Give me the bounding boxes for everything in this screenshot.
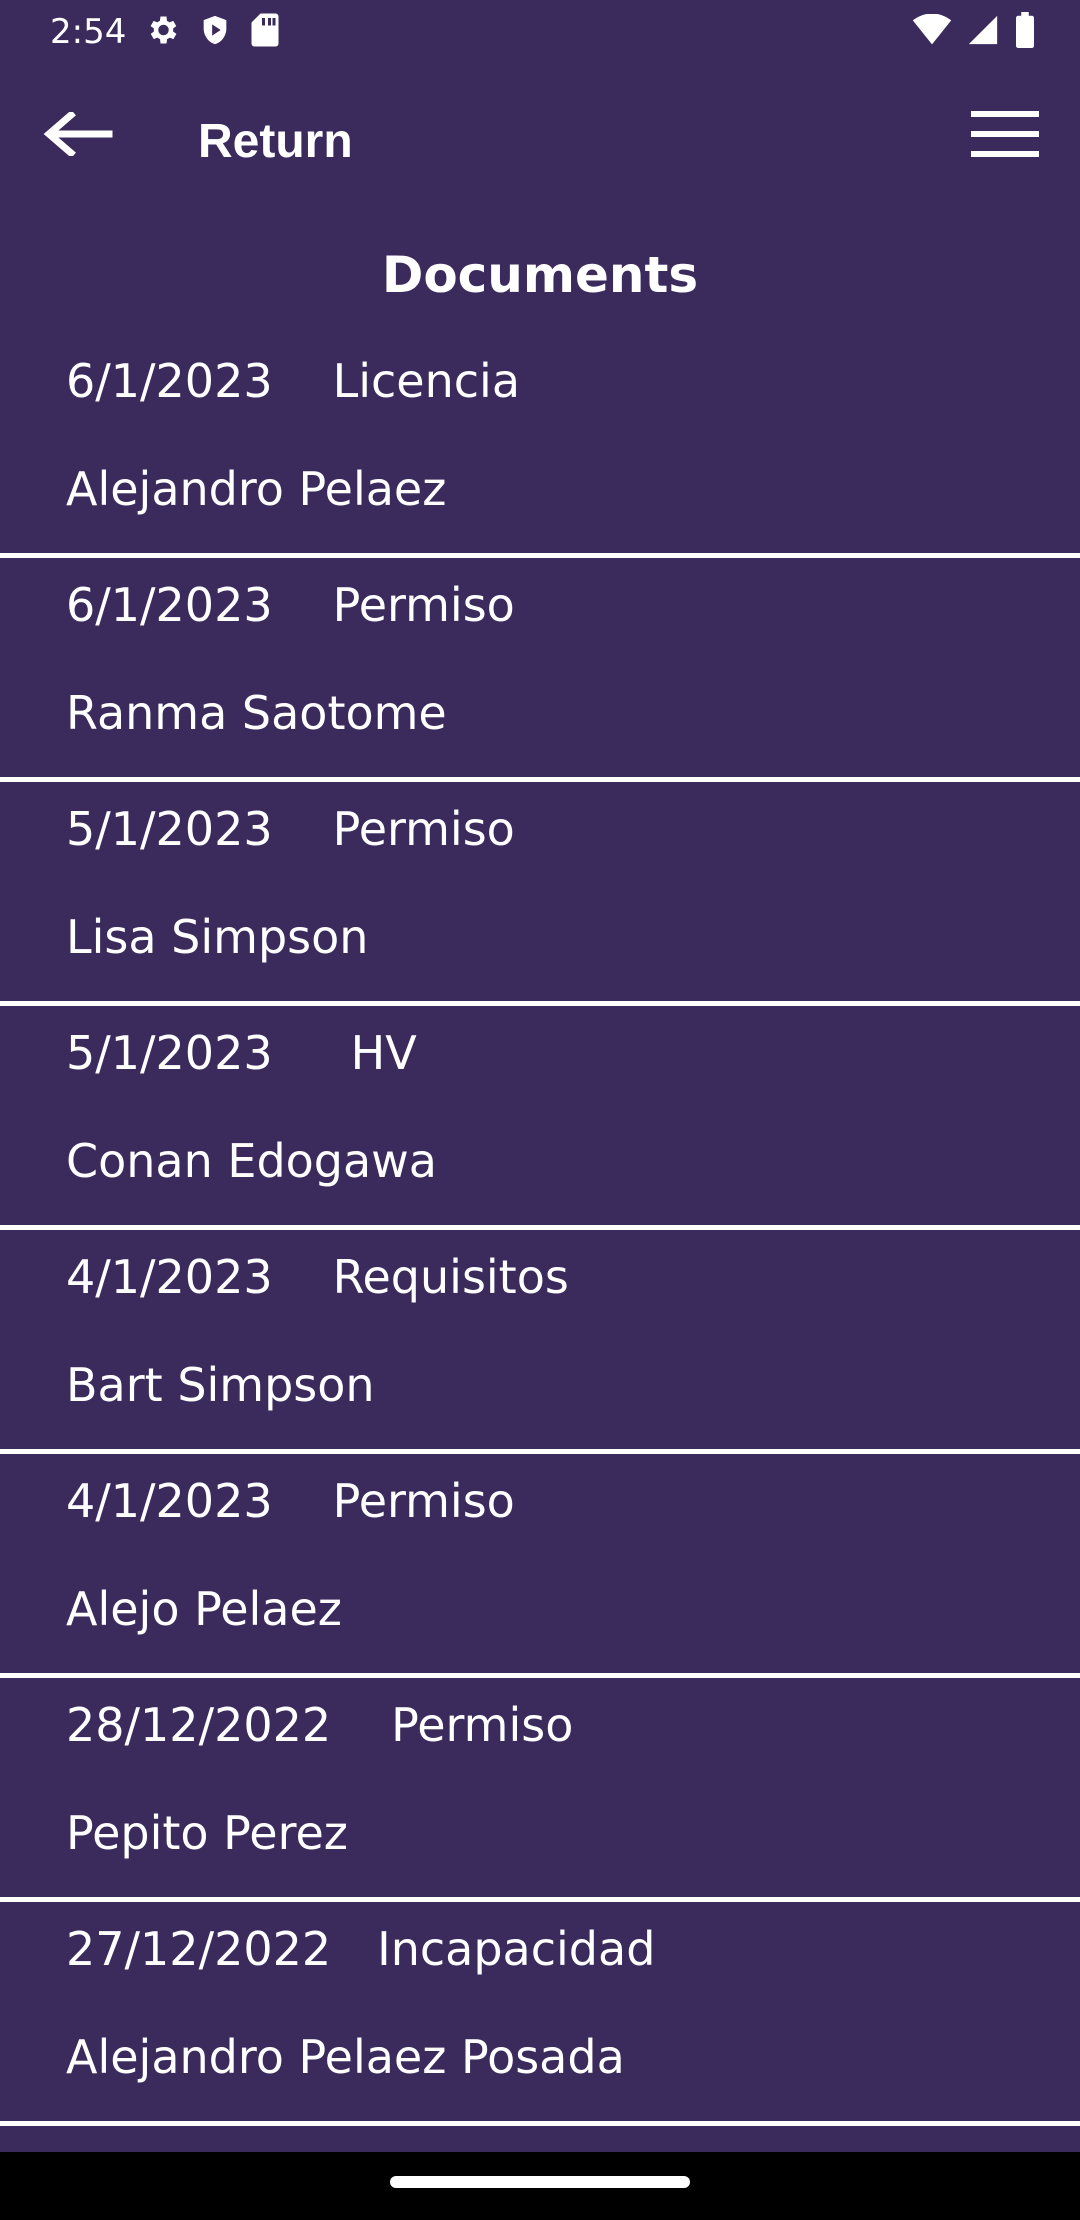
section-title: Documents: [381, 246, 699, 304]
document-date: 4/1/2023: [66, 1250, 273, 1304]
document-type: Incapacidad: [377, 1922, 656, 1976]
document-person: Conan Edogawa: [66, 1134, 437, 1188]
hamburger-menu-icon: [971, 111, 1039, 161]
document-person: Pepito Perez: [66, 1806, 348, 1860]
document-type: Permiso: [391, 1698, 574, 1752]
gear-icon: [144, 12, 180, 52]
list-item[interactable]: 4/1/2023 Permiso Alejo Pelaez: [0, 1454, 1080, 1678]
document-date: 5/1/2023: [66, 1026, 273, 1080]
document-header: 5/1/2023 HV: [66, 1026, 417, 1080]
document-type: Permiso: [332, 578, 515, 632]
status-left: 2:54: [50, 12, 280, 52]
document-header: 6/1/2023 Permiso: [66, 578, 515, 632]
menu-button[interactable]: [960, 106, 1050, 166]
document-header: 4/1/2023 Permiso: [66, 1474, 515, 1528]
document-header: 6/1/2023 Licencia: [66, 354, 520, 408]
document-header: 4/1/2023 Requisitos: [66, 1250, 569, 1304]
shield-play-icon: [198, 12, 232, 52]
status-time: 2:54: [50, 12, 127, 52]
document-type: Licencia: [332, 354, 521, 408]
document-date: 4/1/2023: [66, 1474, 273, 1528]
document-date: 28/12/2022: [66, 1698, 332, 1752]
cellular-signal-icon: [966, 13, 1000, 51]
document-person: Lisa Simpson: [66, 910, 369, 964]
list-item[interactable]: 27/12/2022 Incapacidad Alejandro Pelaez …: [0, 1902, 1080, 2126]
battery-icon: [1014, 12, 1036, 52]
document-type: Permiso: [332, 802, 515, 856]
document-type: Requisitos: [332, 1250, 569, 1304]
list-item[interactable]: 6/1/2023 Licencia Alejandro Pelaez: [0, 334, 1080, 558]
document-header: 5/1/2023 Permiso: [66, 802, 515, 856]
document-person: Alejo Pelaez: [66, 1582, 342, 1636]
document-date: 27/12/2022: [66, 1922, 332, 1976]
app-bar: Return: [0, 64, 1080, 224]
wifi-icon: [912, 13, 952, 50]
page-title: Return: [198, 115, 353, 168]
sd-card-icon: [250, 12, 280, 52]
list-item[interactable]: 6/1/2023 Permiso Ranma Saotome: [0, 558, 1080, 782]
status-bar: 2:54: [0, 0, 1080, 64]
document-type: Permiso: [332, 1474, 515, 1528]
document-person: Alejandro Pelaez Posada: [66, 2030, 625, 2084]
document-person: Bart Simpson: [66, 1358, 375, 1412]
document-date: 6/1/2023: [66, 354, 273, 408]
back-button[interactable]: [30, 106, 126, 166]
navigation-bar: [0, 2152, 1080, 2220]
document-date: 5/1/2023: [66, 802, 273, 856]
document-header: 27/12/2022 Incapacidad: [66, 1922, 655, 1976]
document-date: 6/1/2023: [66, 578, 273, 632]
document-header: 28/12/2022 Permiso: [66, 1698, 573, 1752]
home-gesture-handle[interactable]: [390, 2176, 690, 2188]
list-item[interactable]: 5/1/2023 HV Conan Edogawa: [0, 1006, 1080, 1230]
document-person: Alejandro Pelaez: [66, 462, 447, 516]
status-right: [912, 12, 1036, 52]
list-item[interactable]: 5/1/2023 Permiso Lisa Simpson: [0, 782, 1080, 1006]
document-person: Ranma Saotome: [66, 686, 447, 740]
list-item[interactable]: 4/1/2023 Requisitos Bart Simpson: [0, 1230, 1080, 1454]
list-item[interactable]: 28/12/2022 Permiso Pepito Perez: [0, 1678, 1080, 1902]
document-type: HV: [350, 1026, 417, 1080]
document-list: 6/1/2023 Licencia Alejandro Pelaez 6/1/2…: [0, 334, 1080, 2126]
arrow-left-icon: [43, 110, 113, 160]
